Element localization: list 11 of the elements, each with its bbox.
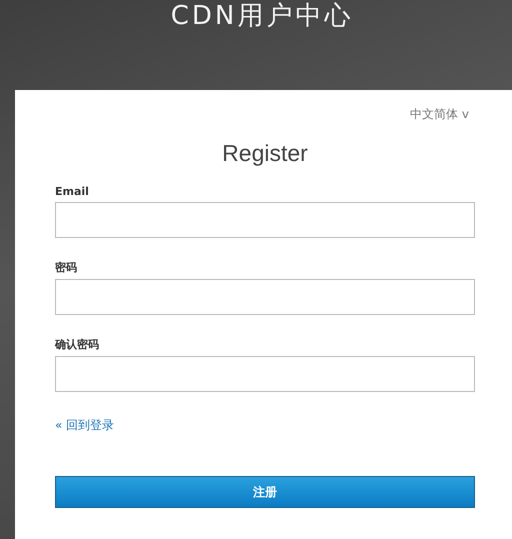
input-field[interactable] — [55, 356, 475, 392]
field-label: 密码 — [55, 260, 77, 275]
form-title: Register — [221, 140, 309, 167]
back-to-login-link[interactable]: « 回到登录 — [55, 417, 114, 434]
language-selector[interactable]: 中文简体 v — [410, 106, 469, 123]
site-title: CDN用户中心 — [170, 0, 354, 32]
field-label: Email — [55, 185, 89, 198]
field-label: 确认密码 — [55, 337, 99, 352]
register-button[interactable]: 注册 — [55, 476, 475, 508]
input-field[interactable] — [55, 202, 475, 238]
input-field[interactable] — [55, 279, 475, 315]
